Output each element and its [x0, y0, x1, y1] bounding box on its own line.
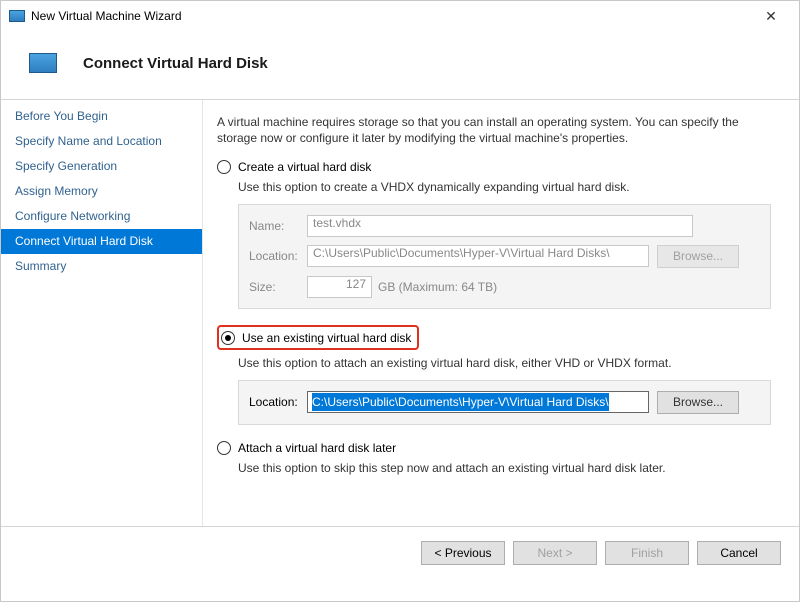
row-size: Size: 127 GB (Maximum: 64 TB) — [249, 276, 760, 298]
option-create: Create a virtual hard disk Use this opti… — [217, 160, 771, 309]
page-title: Connect Virtual Hard Disk — [83, 55, 268, 72]
wizard-icon — [29, 53, 57, 73]
finish-button[interactable]: Finish — [605, 541, 689, 565]
app-icon — [9, 10, 25, 22]
option-existing-desc: Use this option to attach an existing vi… — [238, 356, 771, 372]
name-input[interactable]: test.vhdx — [307, 215, 693, 237]
row-existing-location: Location: C:\Users\Public\Documents\Hype… — [249, 391, 760, 414]
option-existing-title: Use an existing virtual hard disk — [242, 331, 411, 345]
footer: < Previous Next > Finish Cancel — [1, 526, 799, 579]
name-label: Name: — [249, 219, 307, 233]
sidebar-item-specify-name[interactable]: Specify Name and Location — [1, 129, 202, 154]
sidebar: Before You Begin Specify Name and Locati… — [1, 100, 203, 526]
intro-text: A virtual machine requires storage so th… — [217, 114, 771, 146]
option-existing-header[interactable]: Use an existing virtual hard disk — [221, 331, 411, 345]
option-create-title: Create a virtual hard disk — [238, 160, 371, 174]
sidebar-item-configure-networking[interactable]: Configure Networking — [1, 204, 202, 229]
highlight-box: Use an existing virtual hard disk — [217, 325, 419, 350]
size-label: Size: — [249, 280, 307, 294]
radio-create[interactable] — [217, 160, 231, 174]
sidebar-item-connect-vhd[interactable]: Connect Virtual Hard Disk — [1, 229, 202, 254]
sidebar-item-specify-generation[interactable]: Specify Generation — [1, 154, 202, 179]
previous-button[interactable]: < Previous — [421, 541, 505, 565]
titlebar: New Virtual Machine Wizard ✕ — [1, 1, 799, 31]
main-area: Before You Begin Specify Name and Locati… — [1, 100, 799, 526]
header-section: Connect Virtual Hard Disk — [1, 31, 799, 99]
existing-form-panel: Location: C:\Users\Public\Documents\Hype… — [238, 380, 771, 425]
sidebar-item-summary[interactable]: Summary — [1, 254, 202, 279]
option-later: Attach a virtual hard disk later Use thi… — [217, 441, 771, 477]
row-name: Name: test.vhdx — [249, 215, 760, 237]
existing-location-value: C:\Users\Public\Documents\Hyper-V\Virtua… — [312, 393, 609, 411]
sidebar-item-before-you-begin[interactable]: Before You Begin — [1, 104, 202, 129]
size-suffix: GB (Maximum: 64 TB) — [378, 280, 497, 294]
window-title: New Virtual Machine Wizard — [31, 9, 751, 23]
option-later-desc: Use this option to skip this step now an… — [238, 461, 771, 477]
radio-existing[interactable] — [221, 331, 235, 345]
close-button[interactable]: ✕ — [751, 3, 791, 29]
location-label: Location: — [249, 249, 307, 263]
existing-location-label: Location: — [249, 395, 307, 409]
option-later-header[interactable]: Attach a virtual hard disk later — [217, 441, 771, 455]
browse-button-existing[interactable]: Browse... — [657, 391, 739, 414]
size-input[interactable]: 127 — [307, 276, 372, 298]
create-form-panel: Name: test.vhdx Location: C:\Users\Publi… — [238, 204, 771, 309]
browse-button-create[interactable]: Browse... — [657, 245, 739, 268]
next-button[interactable]: Next > — [513, 541, 597, 565]
option-later-title: Attach a virtual hard disk later — [238, 441, 396, 455]
option-create-header[interactable]: Create a virtual hard disk — [217, 160, 771, 174]
location-input[interactable]: C:\Users\Public\Documents\Hyper-V\Virtua… — [307, 245, 649, 267]
cancel-button[interactable]: Cancel — [697, 541, 781, 565]
sidebar-item-assign-memory[interactable]: Assign Memory — [1, 179, 202, 204]
existing-location-input[interactable]: C:\Users\Public\Documents\Hyper-V\Virtua… — [307, 391, 649, 413]
option-create-desc: Use this option to create a VHDX dynamic… — [238, 180, 771, 196]
radio-later[interactable] — [217, 441, 231, 455]
content-panel: A virtual machine requires storage so th… — [203, 100, 799, 526]
option-existing: Use an existing virtual hard disk Use th… — [217, 325, 771, 425]
row-location: Location: C:\Users\Public\Documents\Hype… — [249, 245, 760, 268]
